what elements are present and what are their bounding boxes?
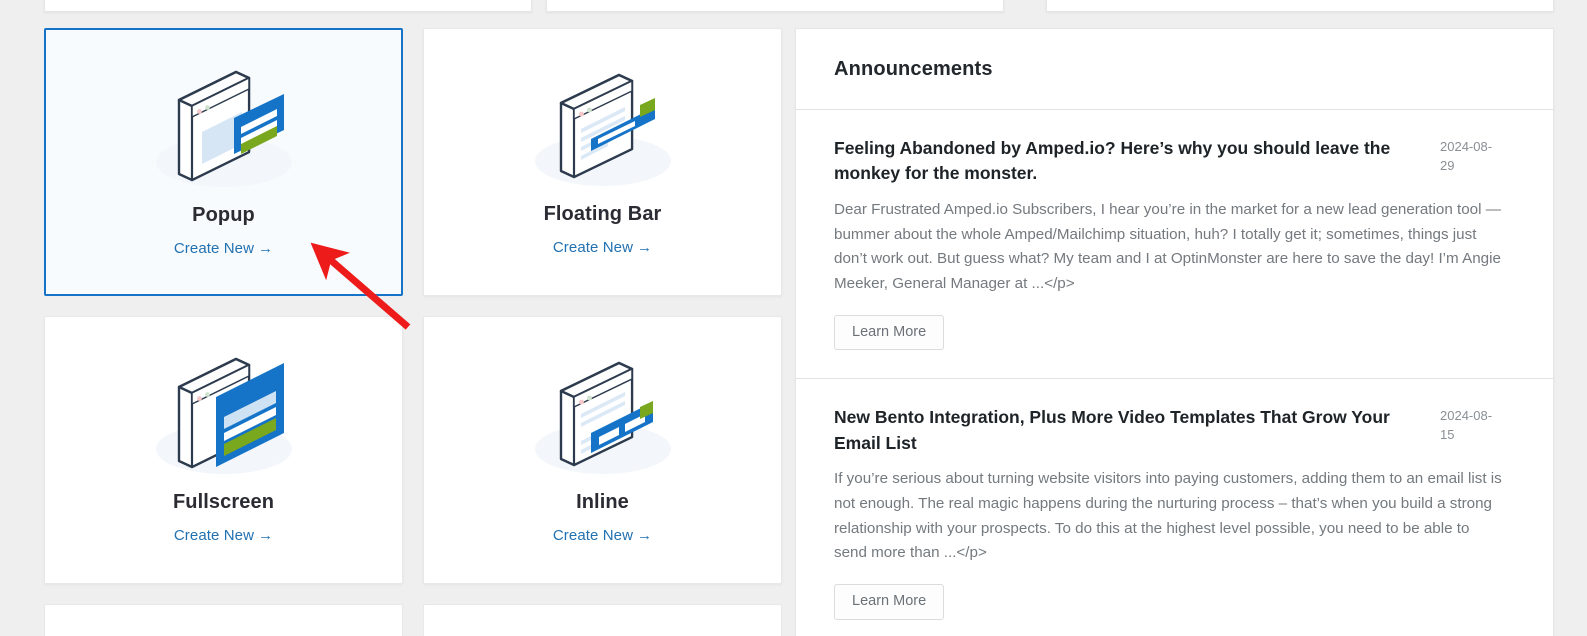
- announcement-title[interactable]: Feeling Abandoned by Amped.io? Here’s wh…: [834, 136, 1424, 187]
- arrow-right-icon: →: [637, 527, 652, 544]
- campaign-type-card-floating-bar[interactable]: Floating Bar Create New→: [423, 28, 782, 296]
- announcement-date: 2024-08-15: [1440, 405, 1502, 445]
- announcements-title: Announcements: [834, 58, 993, 81]
- create-new-link-popup[interactable]: Create New→: [174, 240, 273, 257]
- campaign-type-title: Inline: [576, 491, 629, 514]
- announcements-header: Announcements: [796, 29, 1553, 110]
- create-new-label: Create New: [174, 240, 254, 257]
- campaign-type-card-inline[interactable]: Inline Create New→: [423, 316, 782, 584]
- arrow-right-icon: →: [637, 239, 652, 256]
- campaign-type-row-1: Popup Create New→: [44, 28, 782, 296]
- clipped-card-bottom-2[interactable]: [423, 604, 782, 636]
- clipped-cards-row-top: [0, 0, 1587, 14]
- campaign-type-title: Floating Bar: [544, 203, 662, 226]
- arrow-right-icon: →: [258, 240, 273, 257]
- announcement-item: Feeling Abandoned by Amped.io? Here’s wh…: [796, 110, 1553, 379]
- create-new-label: Create New: [553, 239, 633, 256]
- announcement-title[interactable]: New Bento Integration, Plus More Video T…: [834, 405, 1424, 456]
- campaign-type-row-2: Fullscreen Create New→: [44, 316, 782, 584]
- announcement-date: 2024-08-29: [1440, 136, 1502, 176]
- campaign-type-title: Fullscreen: [173, 491, 274, 514]
- announcement-excerpt: Dear Frustrated Amped.io Subscribers, I …: [834, 198, 1506, 297]
- fullscreen-isometric-icon: [124, 345, 324, 485]
- announcement-header-row: Feeling Abandoned by Amped.io? Here’s wh…: [834, 136, 1515, 187]
- floating-bar-isometric-icon: [503, 57, 703, 197]
- create-new-label: Create New: [174, 527, 254, 544]
- clipped-card-top-3[interactable]: [1046, 0, 1554, 12]
- popup-isometric-icon: [124, 58, 324, 198]
- dashboard-screen: Popup Create New→: [0, 0, 1587, 636]
- announcement-excerpt: If you’re serious about turning website …: [834, 467, 1506, 566]
- campaign-type-title: Popup: [192, 204, 255, 227]
- announcement-item: New Bento Integration, Plus More Video T…: [796, 379, 1553, 636]
- clipped-card-top-1[interactable]: [44, 0, 532, 12]
- learn-more-button[interactable]: Learn More: [834, 584, 944, 620]
- campaign-type-card-popup[interactable]: Popup Create New→: [44, 28, 403, 296]
- create-new-link-floating-bar[interactable]: Create New→: [553, 239, 652, 256]
- learn-more-button[interactable]: Learn More: [834, 315, 944, 351]
- inline-isometric-icon: [503, 345, 703, 485]
- create-new-link-inline[interactable]: Create New→: [553, 527, 652, 544]
- clipped-card-top-2[interactable]: [546, 0, 1004, 12]
- campaign-type-card-fullscreen[interactable]: Fullscreen Create New→: [44, 316, 403, 584]
- create-new-label: Create New: [553, 527, 633, 544]
- clipped-card-bottom-1[interactable]: [44, 604, 403, 636]
- announcement-header-row: New Bento Integration, Plus More Video T…: [834, 405, 1515, 456]
- arrow-right-icon: →: [258, 527, 273, 544]
- campaign-type-grid: Popup Create New→: [44, 28, 782, 584]
- announcements-panel: Announcements Feeling Abandoned by Amped…: [795, 28, 1554, 636]
- create-new-link-fullscreen[interactable]: Create New→: [174, 527, 273, 544]
